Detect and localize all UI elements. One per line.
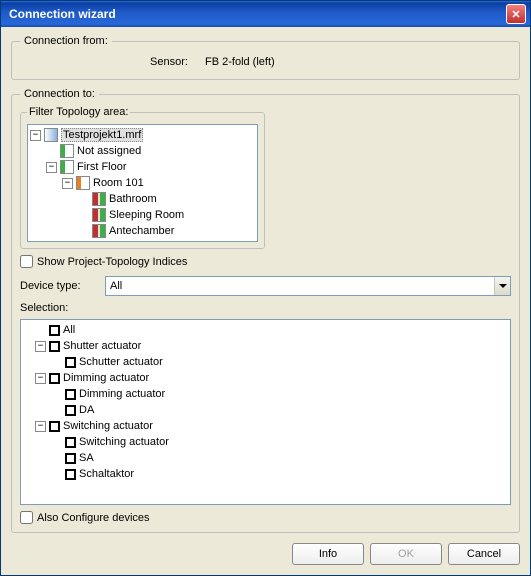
tree-node-not-assigned[interactable]: Not assigned: [46, 143, 255, 159]
collapse-icon[interactable]: −: [30, 130, 41, 141]
tree-label: Bathroom: [109, 193, 157, 205]
collapse-icon[interactable]: −: [62, 178, 73, 189]
checkbox-icon[interactable]: [65, 389, 76, 400]
area-icon: [60, 144, 74, 158]
tree-node-first-floor[interactable]: − First Floor: [46, 159, 255, 175]
tree-label: Sleeping Room: [109, 209, 184, 221]
topology-tree[interactable]: − Testprojekt1.mrf: [27, 124, 258, 242]
sel-node-sa[interactable]: SA: [51, 450, 508, 466]
info-button[interactable]: Info: [292, 543, 364, 565]
device-icon: [92, 224, 106, 238]
checkbox-icon[interactable]: [65, 437, 76, 448]
device-type-value: All: [106, 277, 494, 295]
device-icon: [92, 208, 106, 222]
tree-label: Testprojekt1.mrf: [61, 128, 143, 142]
sel-node-schaltaktor[interactable]: Schaltaktor: [51, 466, 508, 482]
connection-from-legend: Connection from:: [20, 35, 112, 47]
button-row: Info OK Cancel: [11, 539, 520, 565]
checkbox-icon[interactable]: [65, 405, 76, 416]
sel-label: Switching actuator: [63, 420, 153, 432]
checkbox-icon[interactable]: [65, 469, 76, 480]
sel-node-dimming2[interactable]: Dimming actuator: [51, 386, 508, 402]
sel-label: Shutter actuator: [63, 340, 141, 352]
device-type-label: Device type:: [20, 280, 105, 292]
checkbox-icon[interactable]: [49, 325, 60, 336]
tree-label: Room 101: [93, 177, 144, 189]
sel-node-schutter[interactable]: Schutter actuator: [51, 354, 508, 370]
window: Connection wizard ✕ Connection from: Sen…: [0, 0, 531, 576]
collapse-icon[interactable]: −: [35, 373, 46, 384]
sel-node-dimming[interactable]: − Dimming actuator: [35, 370, 508, 386]
sel-label: Schaltaktor: [79, 468, 134, 480]
show-indices-label: Show Project-Topology Indices: [37, 256, 187, 268]
tree-label: Antechamber: [109, 225, 174, 237]
filter-topology-group: Filter Topology area: − Testprojekt1.mrf: [20, 106, 265, 249]
also-configure-label: Also Configure devices: [37, 512, 150, 524]
tree-label: Not assigned: [77, 145, 141, 157]
sensor-label: Sensor:: [150, 56, 205, 68]
selection-tree[interactable]: All − Shutter actuator: [20, 319, 511, 505]
device-icon: [92, 192, 106, 206]
tree-node-room101[interactable]: − Room 101: [62, 175, 255, 191]
sel-label: Switching actuator: [79, 436, 169, 448]
cancel-button[interactable]: Cancel: [448, 543, 520, 565]
sel-node-shutter[interactable]: − Shutter actuator: [35, 338, 508, 354]
checkbox-icon[interactable]: [49, 373, 60, 384]
titlebar: Connection wizard ✕: [1, 1, 530, 27]
sel-label: Dimming actuator: [63, 372, 149, 384]
also-configure-checkbox[interactable]: [20, 511, 33, 524]
tree-node-antechamber[interactable]: Antechamber: [78, 223, 255, 239]
chevron-down-icon[interactable]: [494, 277, 510, 295]
checkbox-icon[interactable]: [49, 341, 60, 352]
sel-node-all[interactable]: All: [35, 322, 508, 338]
project-icon: [44, 128, 58, 142]
tree-node-sleeping-room[interactable]: Sleeping Room: [78, 207, 255, 223]
checkbox-icon[interactable]: [65, 357, 76, 368]
connection-from-group: Connection from: Sensor: FB 2-fold (left…: [11, 35, 520, 80]
collapse-icon[interactable]: −: [46, 162, 57, 173]
selection-label: Selection:: [20, 302, 511, 314]
sel-label: Dimming actuator: [79, 388, 165, 400]
tree-node-project[interactable]: − Testprojekt1.mrf: [30, 127, 255, 143]
room-icon: [76, 176, 90, 190]
device-type-combo[interactable]: All: [105, 276, 511, 296]
connection-to-group: Connection to: Filter Topology area: −: [11, 88, 520, 533]
sel-node-switching2[interactable]: Switching actuator: [51, 434, 508, 450]
filter-topology-legend: Filter Topology area:: [27, 106, 130, 118]
checkbox-icon[interactable]: [65, 453, 76, 464]
sel-label: All: [63, 324, 75, 336]
close-button[interactable]: ✕: [506, 4, 526, 24]
tree-label: First Floor: [77, 161, 127, 173]
tree-node-bathroom[interactable]: Bathroom: [78, 191, 255, 207]
sel-label: Schutter actuator: [79, 356, 163, 368]
show-indices-checkbox[interactable]: [20, 255, 33, 268]
sensor-value: FB 2-fold (left): [205, 56, 275, 68]
collapse-icon[interactable]: −: [35, 341, 46, 352]
window-title: Connection wizard: [9, 7, 506, 21]
sel-label: SA: [79, 452, 94, 464]
connection-to-legend: Connection to:: [20, 88, 99, 100]
sel-label: DA: [79, 404, 94, 416]
collapse-icon[interactable]: −: [35, 421, 46, 432]
sel-node-switching[interactable]: − Switching actuator: [35, 418, 508, 434]
checkbox-icon[interactable]: [49, 421, 60, 432]
sel-node-da[interactable]: DA: [51, 402, 508, 418]
area-icon: [60, 160, 74, 174]
window-body: Connection from: Sensor: FB 2-fold (left…: [1, 27, 530, 575]
ok-button[interactable]: OK: [370, 543, 442, 565]
